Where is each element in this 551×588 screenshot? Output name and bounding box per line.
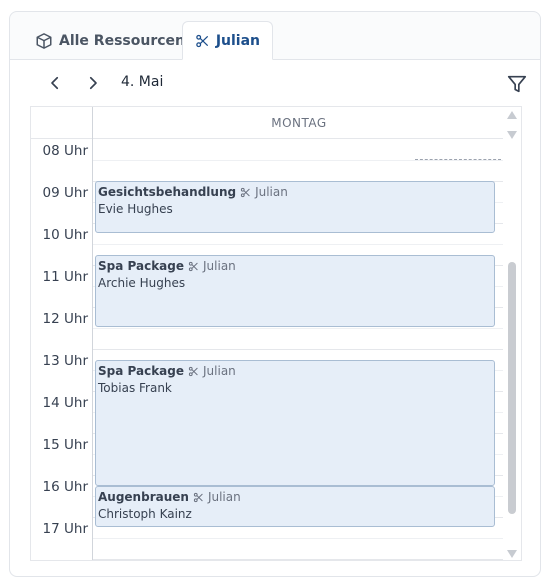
event-resource: Julian <box>203 259 236 273</box>
scroll-down-arrow-icon <box>507 131 517 139</box>
event-customer: Christoph Kainz <box>98 507 192 521</box>
resource-calendar-panel: Alle Ressourcen Julian 4. Mai MONTAG 08 … <box>9 11 541 577</box>
calendar-header: MONTAG <box>31 107 505 139</box>
current-time-indicator <box>415 159 501 160</box>
time-gutter: 08 Uhr 09 Uhr 10 Uhr 11 Uhr 12 Uhr 13 Uh… <box>31 139 93 560</box>
hour-label: 11 Uhr <box>42 269 88 285</box>
grid-line <box>93 244 505 245</box>
hour-label: 15 Uhr <box>42 437 88 453</box>
tab-bar: Alle Ressourcen Julian <box>10 12 540 60</box>
scissors-icon <box>193 492 203 502</box>
current-date-label: 4. Mai <box>121 74 164 90</box>
event-header: Augenbrauen Julian <box>98 490 492 504</box>
hour-label: 12 Uhr <box>42 311 88 327</box>
event-header: Gesichtsbehandlung Julian <box>98 185 492 199</box>
chevron-right-icon[interactable] <box>84 74 102 92</box>
calendar-body: 4. Mai MONTAG 08 Uhr 09 Uhr 10 Uhr 11 Uh… <box>10 60 540 576</box>
hour-label: 14 Uhr <box>42 395 88 411</box>
tab-label: Alle Ressourcen <box>59 32 185 49</box>
tab-label: Julian <box>215 32 260 49</box>
event-resource: Julian <box>255 185 288 199</box>
cube-icon <box>36 32 52 49</box>
scrollbar-thumb[interactable] <box>508 262 516 514</box>
grid-line <box>93 538 505 539</box>
appointment-event[interactable]: Gesichtsbehandlung Julian Evie Hughes <box>95 181 495 233</box>
date-toolbar: 4. Mai <box>10 60 540 106</box>
event-customer: Tobias Frank <box>98 381 172 395</box>
tab-julian[interactable]: Julian <box>182 21 273 60</box>
hour-label: 17 Uhr <box>42 521 88 537</box>
event-title: Spa Package <box>98 364 184 378</box>
vertical-scrollbar[interactable] <box>503 107 521 560</box>
grid-line <box>93 349 505 350</box>
event-title: Spa Package <box>98 259 184 273</box>
scroll-down-arrow-icon[interactable] <box>507 550 517 558</box>
event-resource: Julian <box>203 364 236 378</box>
scissors-icon <box>240 187 250 197</box>
header-gutter <box>31 107 93 139</box>
event-customer: Evie Hughes <box>98 202 173 216</box>
event-header: Spa Package Julian <box>98 259 492 273</box>
hour-label: 13 Uhr <box>42 353 88 369</box>
hour-label: 08 Uhr <box>42 143 88 159</box>
tab-alle-ressourcen[interactable]: Alle Ressourcen <box>23 21 197 60</box>
event-customer: Archie Hughes <box>98 276 186 290</box>
event-header: Spa Package Julian <box>98 364 492 378</box>
appointment-event[interactable]: Spa Package Julian Archie Hughes <box>95 255 495 327</box>
day-column[interactable]: Gesichtsbehandlung Julian Evie Hughes Sp… <box>93 139 505 560</box>
event-resource: Julian <box>207 490 241 504</box>
day-header-label: MONTAG <box>271 116 327 130</box>
hour-label: 09 Uhr <box>42 185 88 201</box>
grid-line <box>93 160 505 161</box>
event-title: Augenbrauen <box>98 490 189 504</box>
scissors-icon <box>188 366 198 376</box>
hour-label: 16 Uhr <box>42 479 88 495</box>
chevron-left-icon[interactable] <box>46 74 64 92</box>
hour-label: 10 Uhr <box>42 227 88 243</box>
scroll-up-arrow-icon[interactable] <box>507 111 517 119</box>
appointment-event[interactable]: Spa Package Julian Tobias Frank <box>95 360 495 486</box>
filter-icon[interactable] <box>506 73 528 95</box>
scissors-icon <box>188 261 198 271</box>
grid-line <box>93 559 505 560</box>
appointment-event[interactable]: Augenbrauen Julian Christoph Kainz <box>95 486 495 527</box>
scissors-icon <box>196 34 208 47</box>
day-calendar: MONTAG 08 Uhr 09 Uhr 10 Uhr 11 Uhr 12 Uh… <box>30 106 522 561</box>
grid-line <box>93 328 505 329</box>
event-title: Gesichtsbehandlung <box>98 185 237 199</box>
